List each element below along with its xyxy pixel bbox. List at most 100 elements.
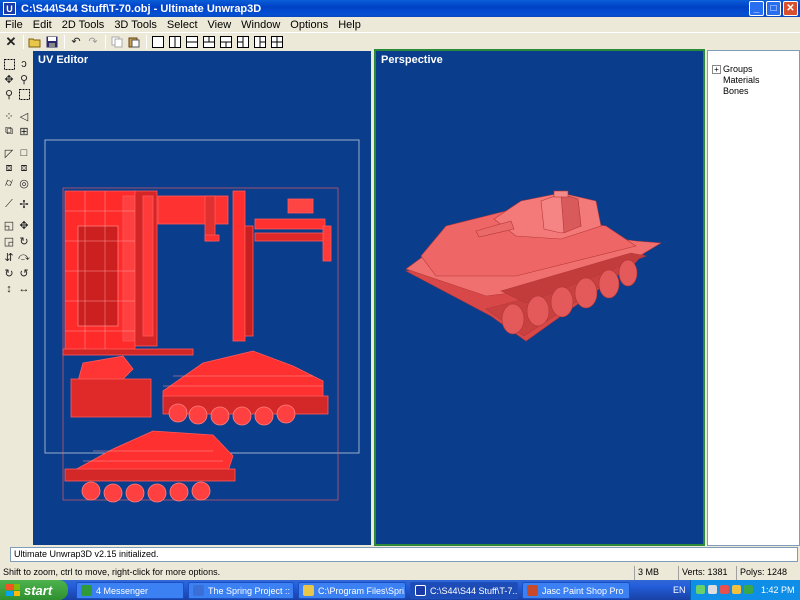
task-messenger[interactable]: 4 Messenger (76, 582, 184, 599)
close-doc-icon[interactable]: ✕ (3, 34, 19, 50)
language-indicator[interactable]: EN (673, 585, 686, 595)
uv-editor-viewport[interactable]: UV Editor (33, 51, 371, 545)
main-toolbar: ✕ ↶ ↷ (0, 32, 800, 50)
sphere-tool-icon[interactable]: ◎ (17, 176, 31, 190)
title-bar: U C:\S44\S44 Stuff\T-70.obj - Ultimate U… (0, 0, 800, 17)
menu-2d-tools[interactable]: 2D Tools (57, 19, 110, 31)
messenger-icon (81, 585, 92, 596)
status-polys: Polys: 1248 (736, 566, 800, 580)
zoom-icon[interactable]: ⚲ (17, 72, 31, 86)
folder-icon (303, 585, 314, 596)
start-button[interactable]: start (0, 580, 68, 600)
menu-help[interactable]: Help (333, 19, 366, 31)
mirror-tool-icon[interactable]: ⤼ (17, 250, 31, 264)
menu-select[interactable]: Select (162, 19, 203, 31)
minimize-button[interactable]: _ (749, 1, 764, 16)
rotate-tool-icon[interactable]: ↻ (17, 234, 31, 248)
box-tool-icon[interactable]: ⧈ (2, 161, 16, 175)
menu-edit[interactable]: Edit (28, 19, 57, 31)
scale-tool-icon[interactable]: ◱ (2, 218, 16, 232)
vertex-tool-icon[interactable]: ⁘ (2, 109, 16, 123)
tree-item-groups[interactable]: Groups (723, 64, 753, 74)
layout-split-horizontal-icon[interactable] (184, 34, 200, 50)
triangle-tool-icon[interactable]: ◸ (2, 146, 16, 160)
status-bar: Shift to zoom, ctrl to move, right-click… (0, 566, 800, 580)
tray-volume-icon[interactable] (708, 585, 717, 594)
rotate-ccw-icon[interactable]: ↺ (17, 266, 31, 280)
tray-network-icon[interactable] (696, 585, 705, 594)
menu-window[interactable]: Window (236, 19, 285, 31)
paint-shop-pro-icon (527, 585, 538, 596)
copy-icon[interactable] (109, 34, 125, 50)
flip-tool-icon[interactable]: ⇵ (2, 250, 16, 264)
uv-mesh-canvas[interactable] (33, 51, 371, 545)
stretch-vertical-icon[interactable]: ↕ (2, 282, 16, 296)
connect-tool-icon[interactable]: ⟋ (2, 197, 16, 211)
maximize-button[interactable]: □ (766, 1, 781, 16)
copy-tool-icon[interactable]: ⧉ (2, 124, 16, 138)
system-tray: 1:42 PM (690, 580, 800, 600)
close-button[interactable]: ✕ (783, 1, 798, 16)
paste-icon[interactable] (126, 34, 142, 50)
toolbar-separator (146, 34, 147, 49)
rect-select-icon[interactable] (2, 57, 16, 71)
window-title: C:\S44\S44 Stuff\T-70.obj - Ultimate Unw… (21, 2, 262, 15)
grid-tool-icon[interactable]: ⊞ (17, 124, 31, 138)
tree-item-bones[interactable]: Bones (723, 86, 749, 96)
uv-mesh-islands (62, 190, 332, 482)
window-controls: _ □ ✕ (749, 1, 798, 16)
tray-app-icon[interactable] (732, 585, 741, 594)
menu-bar: File Edit 2D Tools 3D Tools Select View … (0, 17, 800, 32)
layout-quad-icon[interactable] (269, 34, 285, 50)
stretch-horizontal-icon[interactable]: ↔ (17, 282, 31, 296)
layout-three-c-icon[interactable] (235, 34, 251, 50)
cylinder-tool-icon[interactable]: ⌭ (2, 176, 16, 190)
layout-three-b-icon[interactable] (218, 34, 234, 50)
layout-split-vertical-icon[interactable] (167, 34, 183, 50)
lasso-select-icon[interactable]: ↄ (17, 57, 31, 71)
perspective-viewport[interactable]: Perspective (374, 49, 705, 546)
zoom-extents-icon[interactable] (17, 87, 31, 101)
task-paint-shop-pro[interactable]: Jasc Paint Shop Pro (522, 582, 630, 599)
tray-messenger-icon[interactable] (744, 585, 753, 594)
start-label: start (24, 582, 53, 598)
layout-three-a-icon[interactable] (201, 34, 217, 50)
app-icon[interactable]: U (3, 2, 16, 15)
tank-model-render[interactable] (376, 51, 703, 544)
task-program-files[interactable]: C:\Program Files\Spri... (298, 582, 406, 599)
rotate-cw-icon[interactable]: ↻ (2, 266, 16, 280)
square-tool-icon[interactable]: □ (17, 146, 31, 160)
groups-expander-icon[interactable]: + (712, 65, 721, 74)
status-memory: 3 MB (634, 566, 678, 580)
open-icon[interactable] (27, 34, 43, 50)
weld-tool-icon[interactable]: ✢ (17, 197, 31, 211)
toolbar-separator (23, 34, 24, 49)
windows-logo-icon (6, 584, 20, 596)
zoom-region-icon[interactable]: ⚲ (2, 87, 16, 101)
pointer-icon[interactable]: ◁ (17, 109, 31, 123)
task-unwrap3d[interactable]: C:\S44\S44 Stuff\T-7... (410, 582, 518, 599)
menu-options[interactable]: Options (285, 19, 333, 31)
save-icon[interactable] (44, 34, 60, 50)
undo-icon[interactable]: ↶ (68, 34, 84, 50)
status-verts: Verts: 1381 (678, 566, 736, 580)
toolbar-separator (105, 34, 106, 49)
menu-file[interactable]: File (0, 19, 28, 31)
layout-three-d-icon[interactable] (252, 34, 268, 50)
layout-single-icon[interactable] (150, 34, 166, 50)
toolbar-separator (64, 34, 65, 49)
menu-view[interactable]: View (203, 19, 237, 31)
move-cross-icon[interactable]: ✥ (17, 218, 31, 232)
box-b-tool-icon[interactable]: ⧈ (17, 161, 31, 175)
status-hint: Shift to zoom, ctrl to move, right-click… (3, 567, 221, 577)
menu-3d-tools[interactable]: 3D Tools (109, 19, 162, 31)
clock[interactable]: 1:42 PM (761, 585, 795, 595)
tray-security-icon[interactable] (720, 585, 729, 594)
tree-item-materials[interactable]: Materials (723, 75, 760, 85)
task-spring-project[interactable]: The Spring Project :: ... (188, 582, 294, 599)
scene-tree-panel: + Groups Materials Bones (707, 50, 800, 546)
scale-b-tool-icon[interactable]: ◲ (2, 234, 16, 248)
redo-icon[interactable]: ↷ (85, 34, 101, 50)
browser-icon (193, 585, 204, 596)
move-icon[interactable]: ✥ (2, 72, 16, 86)
